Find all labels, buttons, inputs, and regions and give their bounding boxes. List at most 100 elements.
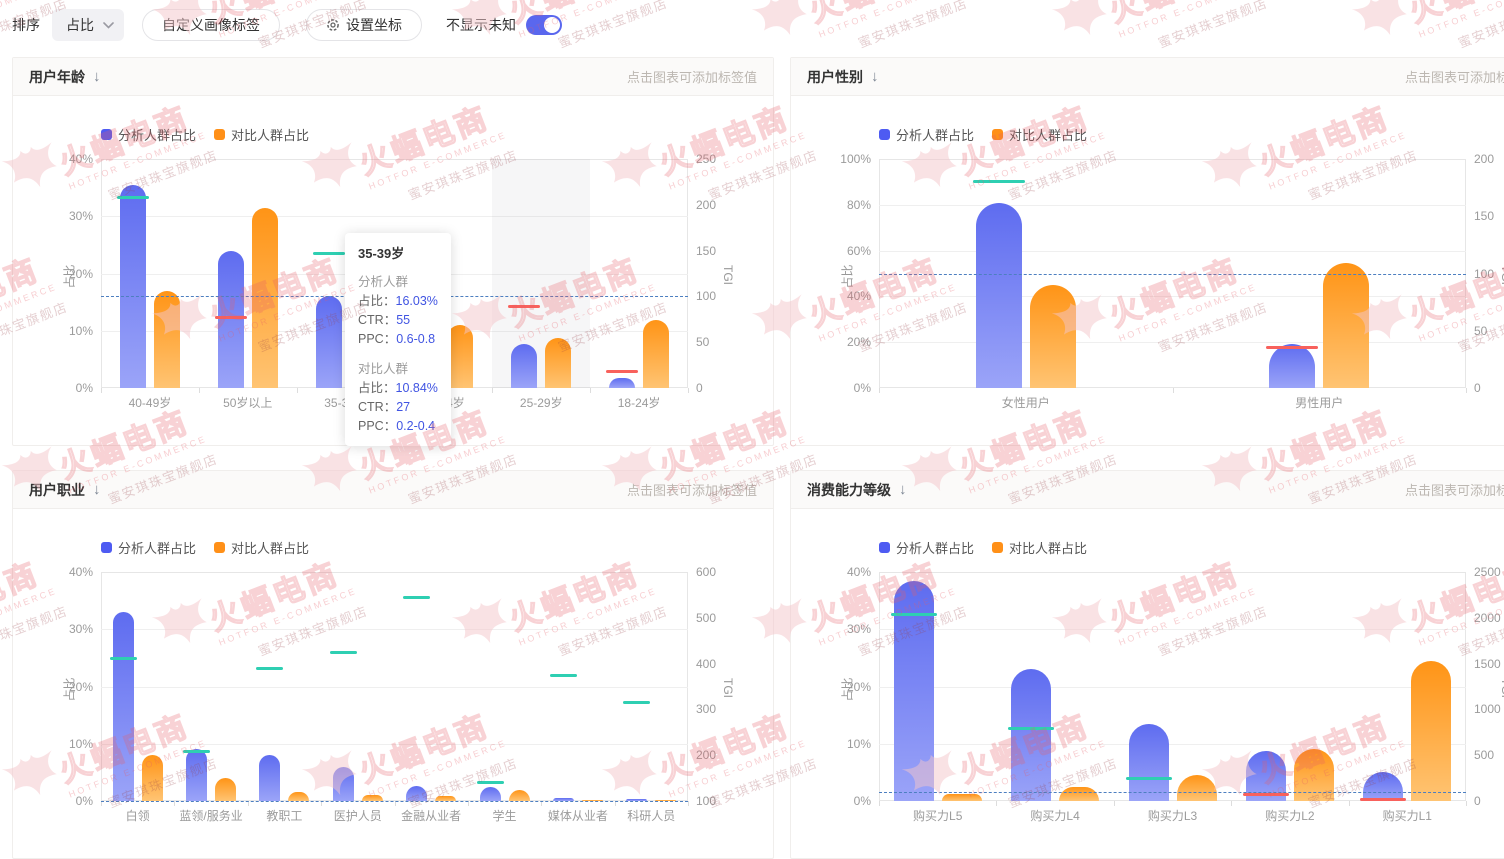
chart-user-gender[interactable]: 分析人群占比对比人群占比0%20%40%60%80%100%0501001502…	[791, 96, 1504, 446]
tooltip-group-label: 分析人群	[358, 271, 438, 290]
bar-compare-6[interactable]	[643, 320, 669, 388]
y-axis-tick-label: 0%	[15, 795, 93, 807]
legend-swatch	[879, 542, 890, 553]
panel-user-age-title: 用户年龄 ↓	[29, 67, 101, 87]
tgi-marker-3	[1126, 777, 1172, 780]
x-axis-tick	[996, 801, 997, 806]
tgi-marker-4	[1243, 793, 1289, 796]
panel-consumption-level: 消费能力等级 ↓ 点击图表可添加标签值 分析人群占比对比人群占比0%10%20%…	[790, 470, 1504, 859]
custom-portrait-tag-button[interactable]: 自定义画像标签	[142, 9, 280, 41]
bar-compare-1[interactable]	[142, 755, 163, 801]
bar-compare-5[interactable]	[545, 338, 571, 388]
panel-user-occupation: 用户职业 ↓ 点击图表可添加标签值 分析人群占比对比人群占比0%10%20%30…	[12, 470, 774, 859]
bar-analysis-5[interactable]	[511, 344, 537, 388]
right-axis-tick-label: 300	[696, 703, 716, 715]
watermark-brand-en-text: HOTFOR E-COMMERCE	[817, 0, 1035, 40]
legend-item-analysis[interactable]: 分析人群占比	[879, 125, 974, 144]
x-axis-tick	[688, 388, 689, 393]
bar-analysis-1[interactable]	[113, 612, 134, 801]
bar-analysis-1[interactable]	[120, 185, 146, 388]
watermark-brand-text: 火蝠电商	[1405, 0, 1504, 27]
x-axis-category-label: 女性用户	[879, 397, 1173, 409]
x-axis-tick	[297, 388, 298, 393]
hide-unknown-label: 不显示未知	[446, 15, 516, 35]
tgi-marker-2	[1266, 346, 1318, 349]
tgi-marker-1	[891, 613, 937, 616]
bar-compare-2[interactable]	[215, 778, 236, 801]
grid-line	[879, 296, 1466, 297]
set-axis-button[interactable]: 设置坐标	[306, 9, 422, 41]
bar-compare-1[interactable]	[1030, 285, 1076, 388]
tgi-marker-6	[606, 370, 638, 373]
legend-item-compare[interactable]: 对比人群占比	[214, 538, 309, 557]
sort-desc-icon[interactable]: ↓	[93, 481, 101, 498]
bar-analysis-4[interactable]	[333, 767, 354, 801]
bar-analysis-3[interactable]	[259, 755, 280, 801]
tgi-marker-8	[623, 701, 650, 704]
bar-analysis-6[interactable]	[480, 787, 501, 801]
bar-analysis-3[interactable]	[1129, 724, 1169, 801]
legend-swatch	[879, 129, 890, 140]
grid-line	[879, 687, 1466, 688]
watermark-shop-text: 蜜安琪珠宝旗舰店	[555, 0, 745, 52]
x-axis-tick	[492, 388, 493, 393]
toolbar: 排序 占比 自定义画像标签 设置坐标 不显示未知	[12, 8, 562, 42]
bar-compare-2[interactable]	[1323, 263, 1369, 388]
bar-compare-1[interactable]	[154, 291, 180, 388]
bar-compare-5[interactable]	[1411, 661, 1451, 801]
bar-compare-1[interactable]	[942, 794, 982, 801]
tgi-marker-4	[330, 651, 357, 654]
tooltip-row: 占比：16.03%	[358, 292, 438, 311]
y-axis-tick-label: 100%	[793, 153, 871, 165]
bar-compare-2[interactable]	[1059, 787, 1099, 801]
panel-consumption-level-header: 消费能力等级 ↓ 点击图表可添加标签值	[791, 471, 1504, 509]
bar-analysis-1[interactable]	[976, 203, 1022, 388]
legend-item-compare[interactable]: 对比人群占比	[214, 125, 309, 144]
x-axis-category-label: 白领	[101, 810, 174, 822]
legend-label: 分析人群占比	[118, 125, 196, 144]
chart-consumption-level[interactable]: 分析人群占比对比人群占比0%10%20%30%40%05001000150020…	[791, 509, 1504, 859]
bar-compare-3[interactable]	[288, 792, 309, 801]
x-axis-category-label: 男性用户	[1173, 397, 1467, 409]
right-axis-tick-label: 0	[696, 382, 703, 394]
legend-item-compare[interactable]: 对比人群占比	[992, 538, 1087, 557]
legend-swatch	[101, 129, 112, 140]
legend-item-analysis[interactable]: 分析人群占比	[879, 538, 974, 557]
sort-dropdown[interactable]: 占比	[52, 9, 124, 41]
bar-analysis-2[interactable]	[1011, 669, 1051, 801]
right-axis-tick-label: 2000	[1474, 612, 1501, 624]
chart-user-occupation[interactable]: 分析人群占比对比人群占比0%10%20%30%40%10020030040050…	[13, 509, 773, 859]
brand-watermark: 火蝠电商HOTFOR E-COMMERCE蜜安琪珠宝旗舰店	[1105, 0, 1345, 64]
sort-desc-icon[interactable]: ↓	[871, 68, 879, 85]
hide-unknown-toggle[interactable]	[526, 15, 562, 35]
chart-legend: 分析人群占比对比人群占比	[101, 538, 309, 557]
tgi-marker-1	[110, 657, 137, 660]
tooltip-row: CTR：27	[358, 398, 438, 417]
grid-line	[879, 251, 1466, 252]
bar-analysis-6[interactable]	[609, 378, 635, 388]
tgi-marker-5	[1360, 798, 1406, 801]
y-axis-tick-label: 40%	[793, 290, 871, 302]
toggle-knob	[544, 17, 560, 33]
right-axis-tick-label: 200	[696, 749, 716, 761]
sort-dropdown-value: 占比	[66, 15, 94, 35]
legend-item-analysis[interactable]: 分析人群占比	[101, 538, 196, 557]
grid-line	[879, 744, 1466, 745]
bar-analysis-2[interactable]	[186, 749, 207, 801]
sort-desc-icon[interactable]: ↓	[899, 481, 907, 498]
y-axis-tick-label: 10%	[793, 738, 871, 750]
bar-analysis-2[interactable]	[218, 251, 244, 388]
sort-desc-icon[interactable]: ↓	[93, 68, 101, 85]
legend-item-compare[interactable]: 对比人群占比	[992, 125, 1087, 144]
chart-user-age[interactable]: 分析人群占比对比人群占比0%10%20%30%40%05010015020025…	[13, 96, 773, 446]
tgi-baseline-dashed-line	[879, 792, 1466, 793]
y-axis-tick-label: 60%	[793, 245, 871, 257]
bar-compare-2[interactable]	[252, 208, 278, 388]
x-axis-tick	[1349, 801, 1350, 806]
legend-item-analysis[interactable]: 分析人群占比	[101, 125, 196, 144]
x-axis-category-label: 蓝领/服务业	[174, 810, 247, 822]
bar-compare-4[interactable]	[1294, 749, 1334, 801]
bar-analysis-3[interactable]	[316, 296, 342, 388]
bar-compare-4[interactable]	[447, 325, 473, 388]
bar-analysis-2[interactable]	[1269, 344, 1315, 388]
